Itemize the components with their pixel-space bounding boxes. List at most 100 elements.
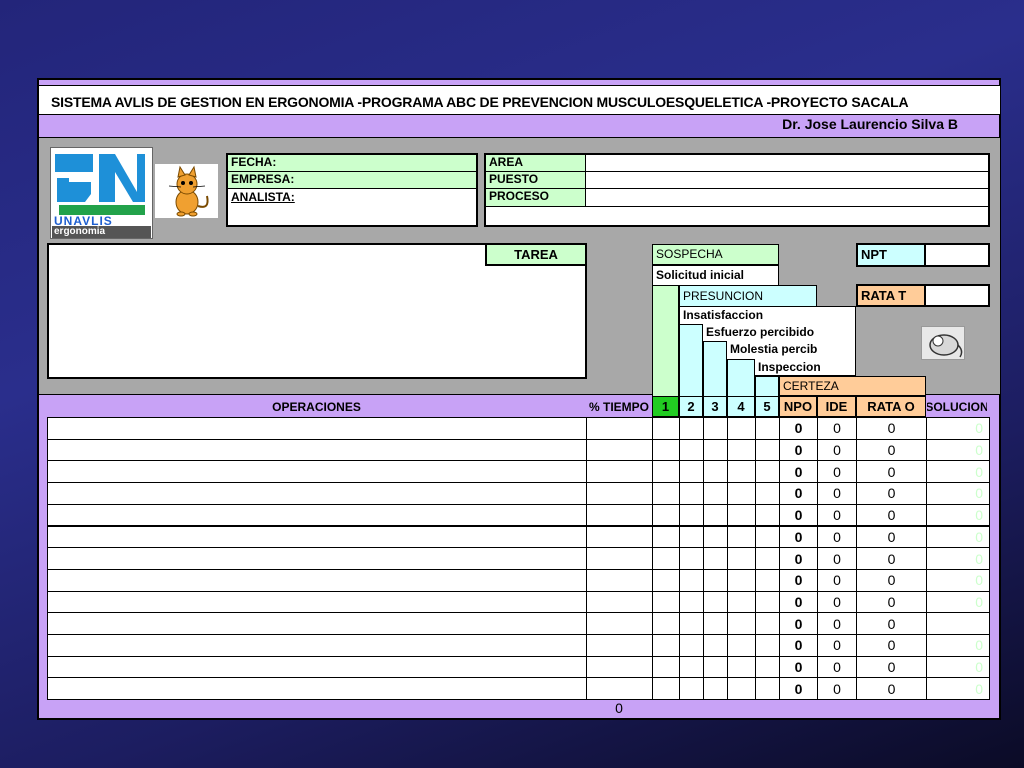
c2-cell[interactable] [679,503,704,527]
c1-cell[interactable] [652,482,680,505]
c5-cell[interactable] [755,634,780,657]
c1-cell[interactable] [652,677,680,701]
c5-cell[interactable] [755,438,780,462]
c4-cell[interactable] [727,417,756,440]
tiempo-cell[interactable] [586,612,653,635]
tiempo-cell[interactable] [586,438,653,462]
operacion-cell[interactable] [47,438,587,462]
c1-cell[interactable] [652,438,680,462]
c4-cell[interactable] [727,568,756,592]
operacion-cell[interactable] [47,503,587,527]
c4-cell[interactable] [727,547,756,570]
tiempo-cell[interactable] [586,568,653,592]
c3-cell[interactable] [703,634,728,657]
npt-value[interactable] [924,243,990,267]
c5-cell[interactable] [755,482,780,505]
rata-o-cell: 0 [856,655,927,679]
c2-cell[interactable] [679,460,704,484]
tiempo-cell[interactable] [586,677,653,701]
c2-cell[interactable] [679,482,704,505]
c3-cell[interactable] [703,590,728,614]
c5-cell[interactable] [755,503,780,527]
c2-cell[interactable] [679,568,704,592]
c2-cell[interactable] [679,655,704,679]
rata-t-value[interactable] [924,284,990,307]
c2-cell[interactable] [679,590,704,614]
c5-cell[interactable] [755,525,780,549]
c5-cell[interactable] [755,655,780,679]
c5-cell[interactable] [755,460,780,484]
c5-cell[interactable] [755,612,780,635]
c4-cell[interactable] [727,438,756,462]
c3-cell[interactable] [703,460,728,484]
c1-cell[interactable] [652,655,680,679]
c3-cell[interactable] [703,568,728,592]
operacion-cell[interactable] [47,612,587,635]
c2-cell[interactable] [679,525,704,549]
c4-cell[interactable] [727,503,756,527]
c5-cell[interactable] [755,547,780,570]
c5-cell[interactable] [755,568,780,592]
c1-cell[interactable] [652,460,680,484]
tiempo-cell[interactable] [586,655,653,679]
c5-cell[interactable] [755,590,780,614]
c4-cell[interactable] [727,677,756,701]
operacion-cell[interactable] [47,525,587,549]
c3-cell[interactable] [703,525,728,549]
tiempo-cell[interactable] [586,590,653,614]
c2-cell[interactable] [679,547,704,570]
operacion-cell[interactable] [47,417,587,440]
tiempo-cell[interactable] [586,503,653,527]
c1-cell[interactable] [652,568,680,592]
operacion-cell[interactable] [47,547,587,570]
c3-cell[interactable] [703,417,728,440]
c2-cell[interactable] [679,438,704,462]
npo-cell: 0 [779,655,818,679]
c3-cell[interactable] [703,612,728,635]
c4-cell[interactable] [727,525,756,549]
c4-cell[interactable] [727,655,756,679]
rata-o-cell: 0 [856,547,927,570]
c2-cell[interactable] [679,417,704,440]
c5-cell[interactable] [755,677,780,701]
c3-cell[interactable] [703,677,728,701]
c3-cell[interactable] [703,547,728,570]
c4-cell[interactable] [727,460,756,484]
c3-cell[interactable] [703,503,728,527]
c5-cell[interactable] [755,417,780,440]
tiempo-cell[interactable] [586,547,653,570]
c1-cell[interactable] [652,590,680,614]
c1-cell[interactable] [652,503,680,527]
operacion-cell[interactable] [47,590,587,614]
operacion-cell[interactable] [47,568,587,592]
c4-cell[interactable] [727,482,756,505]
ide-cell: 0 [817,547,857,570]
c3-cell[interactable] [703,438,728,462]
c1-cell[interactable] [652,634,680,657]
c2-cell[interactable] [679,677,704,701]
c1-cell[interactable] [652,525,680,549]
c1-cell[interactable] [652,547,680,570]
tiempo-cell[interactable] [586,525,653,549]
operacion-cell[interactable] [47,634,587,657]
tiempo-cell[interactable] [586,417,653,440]
c3-cell[interactable] [703,655,728,679]
area-field[interactable] [586,155,988,172]
operacion-cell[interactable] [47,677,587,701]
operacion-cell[interactable] [47,460,587,484]
tiempo-cell[interactable] [586,482,653,505]
c4-cell[interactable] [727,634,756,657]
c2-cell[interactable] [679,612,704,635]
operacion-cell[interactable] [47,482,587,505]
c1-cell[interactable] [652,417,680,440]
c4-cell[interactable] [727,590,756,614]
tiempo-cell[interactable] [586,634,653,657]
c4-cell[interactable] [727,612,756,635]
c3-cell[interactable] [703,482,728,505]
proceso-field[interactable] [586,189,988,207]
operacion-cell[interactable] [47,655,587,679]
c2-cell[interactable] [679,634,704,657]
tiempo-cell[interactable] [586,460,653,484]
c1-cell[interactable] [652,612,680,635]
puesto-field[interactable] [586,172,988,189]
